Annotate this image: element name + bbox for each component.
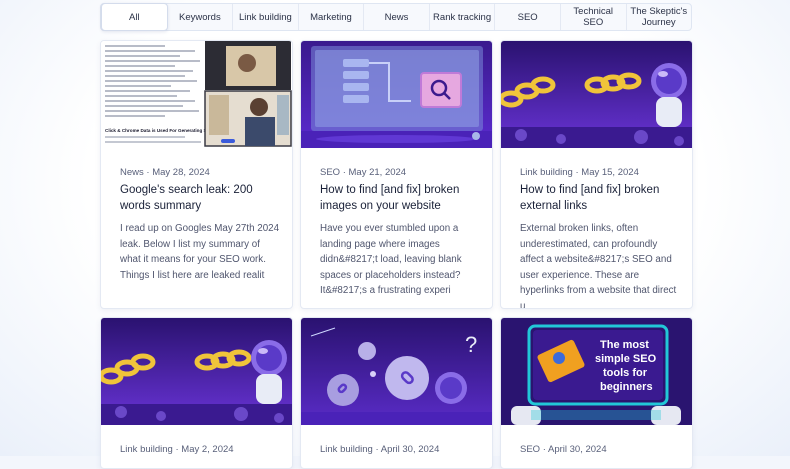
filter-tab-technical-seo[interactable]: Technical SEO bbox=[561, 4, 627, 30]
post-card[interactable]: Link building · May 2, 2024 bbox=[100, 317, 293, 469]
post-card[interactable]: The most simple SEO tools for beginners … bbox=[500, 317, 693, 469]
thumbnail-text-line: beginners bbox=[600, 381, 653, 393]
filter-tab-link-building[interactable]: Link building bbox=[233, 4, 299, 30]
post-title[interactable]: Google's search leak: 200 words summary bbox=[120, 182, 280, 214]
post-thumbnail-broken-chain[interactable] bbox=[101, 318, 292, 425]
post-thumbnail-seo-tools-book[interactable]: The most simple SEO tools for beginners bbox=[501, 318, 692, 425]
thumbnail-text-line: tools for bbox=[603, 367, 648, 379]
post-meta: News · May 28, 2024 bbox=[120, 167, 210, 178]
filter-tab-skeptics-journey[interactable]: The Skeptic's Journey bbox=[627, 4, 692, 30]
post-card[interactable]: ? Link building · April 30, 2024 bbox=[300, 317, 493, 469]
post-meta: SEO · May 21, 2024 bbox=[320, 167, 407, 178]
thumbnail-text-line: simple SEO bbox=[595, 353, 657, 365]
post-thumbnail-broken-images[interactable] bbox=[301, 41, 492, 148]
post-thumbnail-broken-chain[interactable] bbox=[501, 41, 692, 148]
thumbnail-text-line: The most bbox=[600, 339, 649, 351]
category-filter-bar: All Keywords Link building Marketing New… bbox=[100, 3, 692, 31]
post-thumbnail-link-bubbles[interactable]: ? bbox=[301, 318, 492, 425]
post-title[interactable]: How to find [and fix] broken external li… bbox=[520, 182, 680, 214]
filter-tab-marketing[interactable]: Marketing bbox=[299, 4, 365, 30]
post-meta: SEO · April 30, 2024 bbox=[520, 444, 607, 455]
post-excerpt: I read up on Googles May 27th 2024 leak.… bbox=[120, 223, 280, 281]
post-thumbnail-leak-screenshot[interactable]: Click & Chrome Data is Used For Generati… bbox=[101, 41, 292, 148]
post-meta: Link building · May 2, 2024 bbox=[120, 444, 234, 455]
post-meta: Link building · April 30, 2024 bbox=[320, 444, 440, 455]
post-card[interactable]: Click & Chrome Data is Used For Generati… bbox=[100, 40, 293, 309]
svg-text:?: ? bbox=[465, 332, 477, 357]
post-excerpt: External broken links, often underestima… bbox=[520, 223, 677, 309]
filter-tab-seo[interactable]: SEO bbox=[495, 4, 561, 30]
post-card[interactable]: SEO · May 21, 2024 How to find [and fix]… bbox=[300, 40, 493, 309]
filter-tab-rank-tracking[interactable]: Rank tracking bbox=[430, 4, 496, 30]
post-excerpt: Have you ever stumbled upon a landing pa… bbox=[320, 223, 462, 296]
post-meta: Link building · May 15, 2024 bbox=[520, 167, 639, 178]
filter-tab-keywords[interactable]: Keywords bbox=[168, 4, 234, 30]
post-title[interactable]: How to find [and fix] broken images on y… bbox=[320, 182, 480, 214]
filter-tab-all[interactable]: All bbox=[101, 3, 168, 31]
filter-tab-news[interactable]: News bbox=[364, 4, 430, 30]
post-card[interactable]: Link building · May 15, 2024 How to find… bbox=[500, 40, 693, 309]
